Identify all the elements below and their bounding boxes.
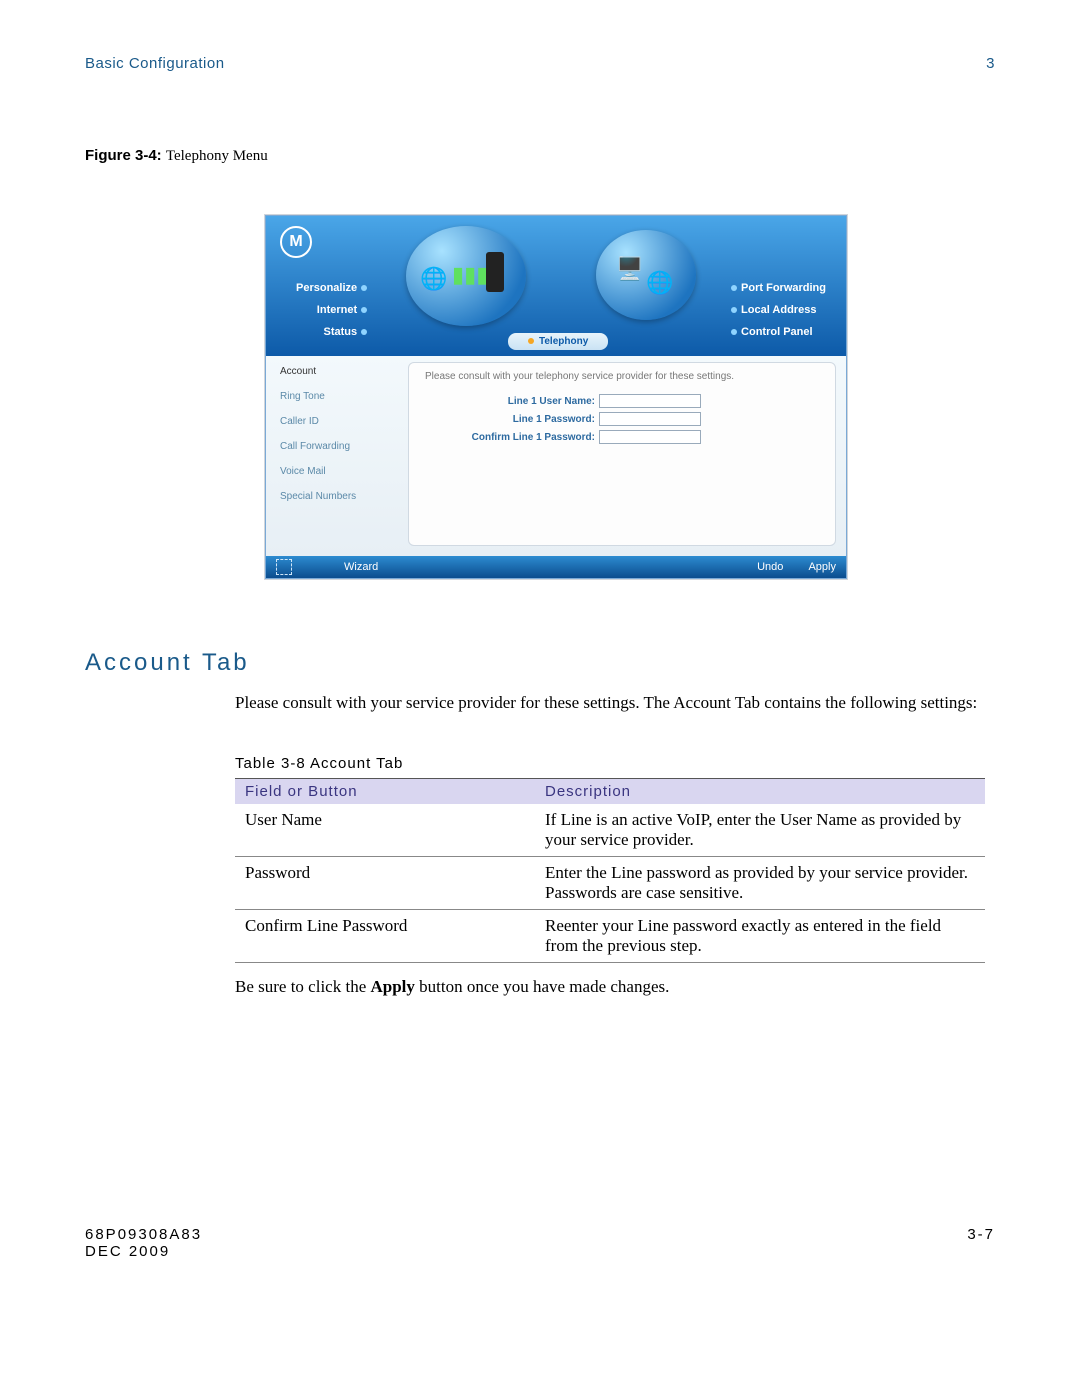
dot-icon bbox=[361, 307, 367, 313]
sidebar: Account Ring Tone Caller ID Call Forward… bbox=[266, 356, 408, 556]
cell-field: User Name bbox=[235, 804, 535, 857]
cell-desc: If Line is an active VoIP, enter the Use… bbox=[535, 804, 985, 857]
cell-field: Confirm Line Password bbox=[235, 909, 535, 962]
section-paragraph: Please consult with your service provide… bbox=[235, 692, 995, 715]
cell-desc: Reenter your Line password exactly as en… bbox=[535, 909, 985, 962]
apply-note: Be sure to click the Apply button once y… bbox=[235, 977, 995, 997]
label-confirm-password: Confirm Line 1 Password: bbox=[425, 432, 599, 443]
hero-graphic-left: 🌐 ▮▮▮ bbox=[406, 226, 526, 326]
dot-icon bbox=[361, 285, 367, 291]
doc-id: 68P09308A83 bbox=[85, 1226, 202, 1243]
wizard-icon[interactable] bbox=[276, 559, 292, 575]
right-nav: Port Forwarding Local Address Control Pa… bbox=[727, 282, 826, 348]
telephony-menu-screenshot: M 🌐 ▮▮▮ 🖥️ 🌐 Personalize Internet Status… bbox=[265, 215, 847, 579]
undo-button[interactable]: Undo bbox=[757, 561, 783, 573]
table-row: Password Enter the Line password as prov… bbox=[235, 856, 985, 909]
section-heading: Account Tab bbox=[85, 649, 995, 677]
cell-desc: Enter the Line password as provided by y… bbox=[535, 856, 985, 909]
running-header: Basic Configuration 3 bbox=[85, 55, 995, 72]
app-header: M 🌐 ▮▮▮ 🖥️ 🌐 Personalize Internet Status… bbox=[266, 216, 846, 356]
nav-port-forwarding[interactable]: Port Forwarding bbox=[727, 282, 826, 294]
form-hint: Please consult with your telephony servi… bbox=[425, 371, 819, 382]
left-nav: Personalize Internet Status bbox=[296, 282, 371, 348]
sidebar-item-ring-tone[interactable]: Ring Tone bbox=[280, 391, 400, 402]
dot-icon bbox=[731, 285, 737, 291]
header-right: 3 bbox=[986, 55, 995, 72]
nav-control-panel[interactable]: Control Panel bbox=[727, 326, 826, 338]
input-confirm-line1-password[interactable] bbox=[599, 430, 701, 444]
sidebar-item-special-numbers[interactable]: Special Numbers bbox=[280, 491, 400, 502]
col-header-description: Description bbox=[535, 778, 985, 804]
motorola-logo-icon: M bbox=[280, 226, 312, 258]
sidebar-item-caller-id[interactable]: Caller ID bbox=[280, 416, 400, 427]
form-panel: Please consult with your telephony servi… bbox=[408, 362, 836, 546]
apply-button[interactable]: Apply bbox=[808, 561, 836, 573]
nav-personalize[interactable]: Personalize bbox=[296, 282, 371, 294]
dot-icon bbox=[731, 329, 737, 335]
dot-icon bbox=[361, 329, 367, 335]
hero-graphic-right: 🖥️ 🌐 bbox=[596, 230, 696, 320]
doc-date: DEC 2009 bbox=[85, 1243, 202, 1260]
table-caption: Table 3-8 Account Tab bbox=[235, 755, 995, 772]
sidebar-item-account[interactable]: Account bbox=[280, 366, 400, 377]
nav-local-address[interactable]: Local Address bbox=[727, 304, 826, 316]
label-user-name: Line 1 User Name: bbox=[425, 396, 599, 407]
figure-title: Telephony Menu bbox=[166, 148, 268, 164]
app-footer: Wizard Undo Apply bbox=[266, 556, 846, 578]
cell-field: Password bbox=[235, 856, 535, 909]
tab-telephony[interactable]: Telephony bbox=[508, 333, 608, 350]
col-header-field: Field or Button bbox=[235, 778, 535, 804]
sidebar-item-voice-mail[interactable]: Voice Mail bbox=[280, 466, 400, 477]
input-line1-user-name[interactable] bbox=[599, 394, 701, 408]
page-number: 3-7 bbox=[967, 1226, 995, 1260]
app-body: Account Ring Tone Caller ID Call Forward… bbox=[266, 356, 846, 556]
wizard-button[interactable]: Wizard bbox=[344, 561, 378, 573]
figure-prefix: Figure 3-4: bbox=[85, 147, 162, 164]
account-tab-table: Field or Button Description User Name If… bbox=[235, 778, 985, 963]
sidebar-item-call-forwarding[interactable]: Call Forwarding bbox=[280, 441, 400, 452]
page-footer: 68P09308A83 DEC 2009 3-7 bbox=[85, 1226, 995, 1260]
figure-caption: Figure 3-4: Telephony Menu bbox=[85, 147, 995, 165]
table-row: User Name If Line is an active VoIP, ent… bbox=[235, 804, 985, 857]
label-password: Line 1 Password: bbox=[425, 414, 599, 425]
active-dot-icon bbox=[528, 338, 534, 344]
nav-status[interactable]: Status bbox=[296, 326, 371, 338]
input-line1-password[interactable] bbox=[599, 412, 701, 426]
dot-icon bbox=[731, 307, 737, 313]
header-left: Basic Configuration bbox=[85, 55, 225, 72]
nav-internet[interactable]: Internet bbox=[296, 304, 371, 316]
table-row: Confirm Line Password Reenter your Line … bbox=[235, 909, 985, 962]
